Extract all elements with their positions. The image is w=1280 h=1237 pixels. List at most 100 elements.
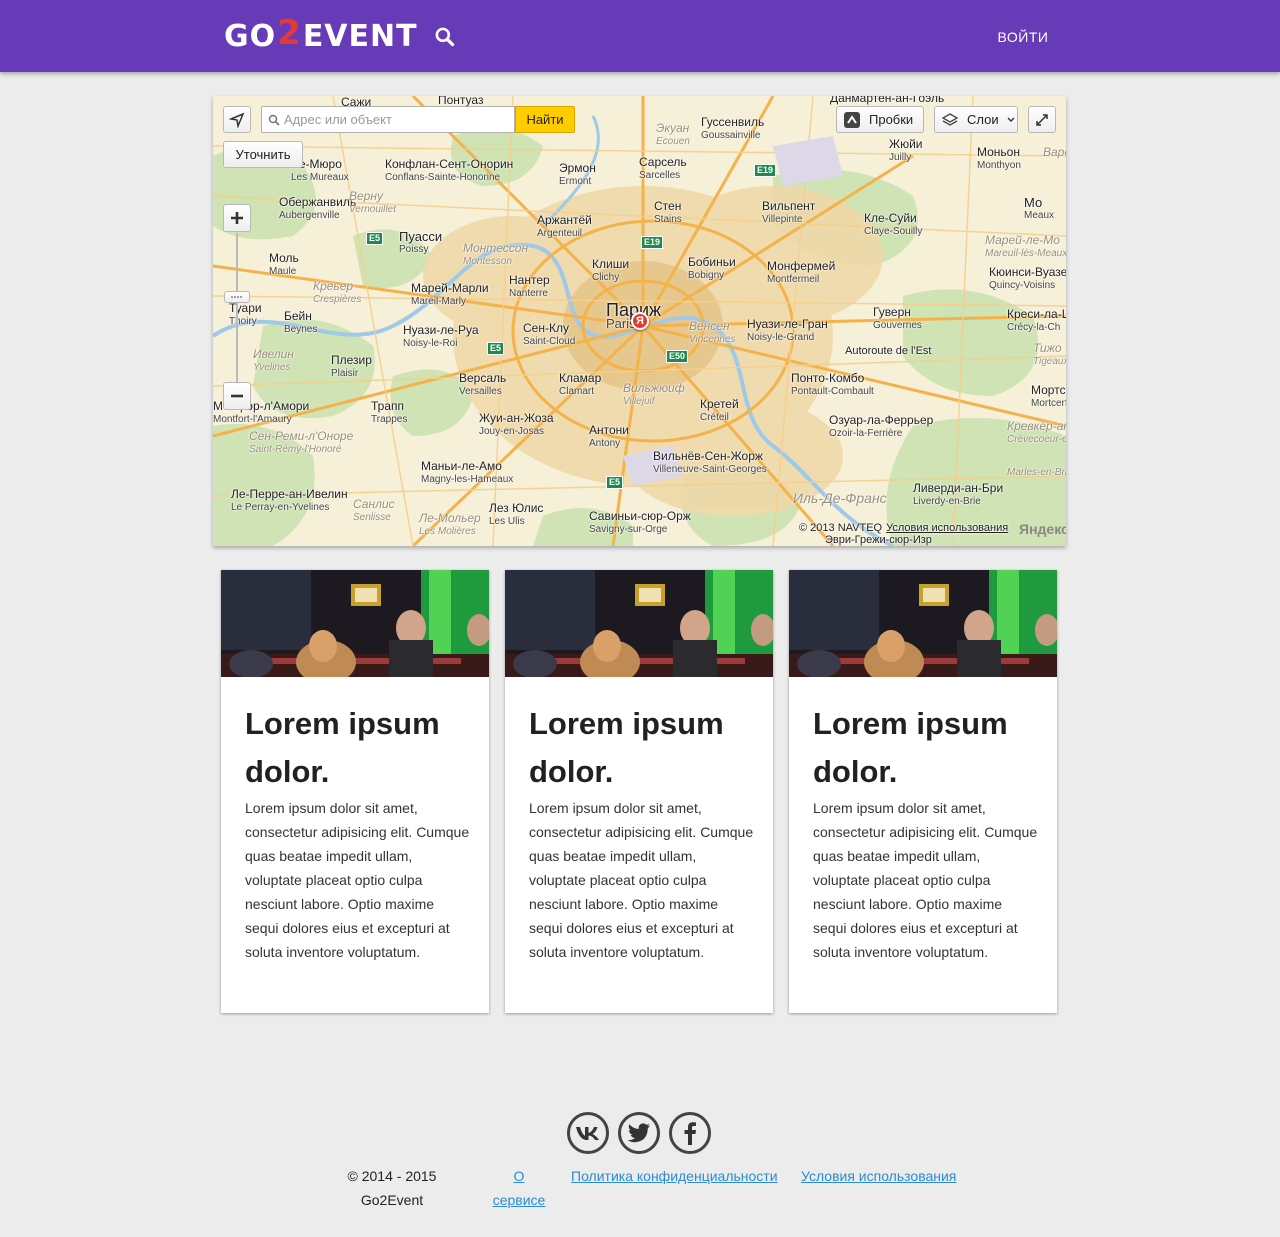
map-label: Венсен Vincennes bbox=[689, 319, 736, 346]
map-label: Autoroute de l'Est bbox=[845, 345, 932, 357]
plus-icon bbox=[231, 212, 243, 224]
facebook-icon[interactable] bbox=[669, 1112, 711, 1154]
twitter-icon[interactable] bbox=[618, 1112, 660, 1154]
card-text: Lorem ipsum dolor sit amet, consectetur … bbox=[813, 800, 1038, 960]
map-label: Ле-Перре-ан-Ивелин Le Perray-en-Yvelines bbox=[231, 487, 348, 514]
yandex-logo[interactable]: Яндекс bbox=[1019, 521, 1066, 537]
traffic-button[interactable]: Пробки bbox=[836, 106, 924, 133]
map-search-field[interactable] bbox=[261, 106, 515, 133]
traffic-label: Пробки bbox=[869, 112, 914, 127]
map-copyright: © 2013 NAVTEQ Условия использования bbox=[799, 522, 1008, 534]
login-button[interactable]: ВОЙТИ bbox=[990, 26, 1056, 48]
map-label: Сен-Клу Saint-Cloud bbox=[523, 321, 576, 348]
zoom-out-button[interactable] bbox=[223, 382, 251, 410]
map-label: Ле-Мольер Les Molières bbox=[419, 511, 481, 538]
map-label: Вильнёв-Сен-Жорж Villeneuve-Saint-Georges bbox=[653, 449, 767, 476]
map-label: Моль Maule bbox=[269, 251, 299, 278]
map-label: Нантер Nanterre bbox=[509, 273, 550, 300]
footer-link-about[interactable]: О сервисе bbox=[490, 1164, 548, 1212]
map-label: Кле-Суйи Claye-Souilly bbox=[864, 211, 923, 238]
layers-button[interactable]: Слои bbox=[934, 106, 1018, 133]
yandex-map[interactable]: Сажи Понтуаз Данмартен-ан-Гоэль Гуссенви… bbox=[213, 96, 1066, 546]
map-label: Сарсель Sarcelles bbox=[639, 155, 687, 182]
map-label: Кретей Créteil bbox=[700, 397, 739, 424]
map-label: Монфермей Montfermeil bbox=[767, 259, 836, 286]
geolocation-button[interactable] bbox=[223, 106, 251, 133]
map-label: Мо Meaux bbox=[1024, 195, 1055, 221]
map-label: Туари Thoiry bbox=[229, 301, 262, 328]
go2event-logo[interactable]: GO 2 EVENT bbox=[224, 13, 418, 54]
map-label: Кревкёр-ан-БриCrèvecoeur-en-Brie bbox=[1007, 419, 1066, 446]
zoom-in-button[interactable] bbox=[223, 204, 251, 232]
highway-badge: E5 bbox=[366, 232, 384, 245]
footer-copyright: © 2014 - 2015 Go2Event bbox=[347, 1168, 437, 1208]
event-card[interactable]: Lorem ipsum dolor. Lorem ipsum dolor sit… bbox=[505, 570, 773, 1013]
map-label: Вареде bbox=[1043, 145, 1066, 159]
minus-icon bbox=[231, 394, 243, 398]
event-photo bbox=[505, 570, 773, 677]
location-marker[interactable]: Я bbox=[631, 312, 649, 330]
map-label: Конфлан-Сент-Онорин Conflans-Sainte-Honor… bbox=[385, 157, 514, 184]
map-label: Маньи-ле-Амо Magny-les-Hameaux bbox=[421, 459, 514, 486]
card-text: Lorem ipsum dolor sit amet, consectetur … bbox=[245, 800, 470, 960]
expand-icon bbox=[1036, 113, 1048, 126]
map-label: Тижо Tigeaux bbox=[1033, 341, 1066, 368]
top-app-bar: GO 2 EVENT ВОЙТИ bbox=[0, 0, 1280, 72]
zoom-slider-handle[interactable] bbox=[224, 291, 250, 303]
map-label: Нуази-ле-Гран Noisy-le-Grand bbox=[747, 317, 828, 344]
footer-link-privacy[interactable]: Политика конфиденциальности bbox=[571, 1164, 778, 1188]
map-label: Бейн Beynes bbox=[284, 309, 318, 336]
event-photo bbox=[789, 570, 1057, 677]
map-label: Аржантёй Argenteuil bbox=[537, 213, 592, 240]
map-search-input[interactable] bbox=[284, 112, 514, 127]
map-label: Сен-Реми-л'Оноре Saint-Rémy-l'Honoré bbox=[249, 429, 354, 456]
grip-icon bbox=[231, 296, 242, 298]
map-label: Ливерди-ан-Бри Liverdy-en-Brie bbox=[913, 481, 1004, 508]
search-icon bbox=[268, 114, 280, 126]
card-title: Lorem ipsum dolor. bbox=[529, 706, 724, 789]
map-label: Гуверн Gouvernes bbox=[873, 305, 922, 332]
map-label: Бобиньи Bobigny bbox=[688, 255, 736, 282]
map-label: Савиньи-сюр-Орж Savigny-sur-Orge bbox=[589, 509, 691, 536]
map-label: Вильпент Villepinte bbox=[762, 199, 816, 226]
map-label: Санлис Senlisse bbox=[353, 497, 395, 524]
logo-suffix: EVENT bbox=[302, 18, 418, 54]
highway-badge: E50 bbox=[666, 350, 689, 363]
fullscreen-button[interactable] bbox=[1028, 106, 1056, 133]
map-label: Экуан Ecouen bbox=[656, 121, 690, 148]
map-terms-link[interactable]: Условия использования bbox=[886, 522, 1008, 534]
refine-button[interactable]: Уточнить bbox=[223, 141, 303, 168]
event-card[interactable]: Lorem ipsum dolor. Lorem ipsum dolor sit… bbox=[221, 570, 489, 1013]
map-label: Креьер Crespières bbox=[313, 279, 362, 306]
logo-prefix: GO bbox=[224, 18, 277, 54]
map-label: Жуи-ан-Жоза Jouy-en-Josas bbox=[479, 411, 554, 438]
map-label: Marles-en-Brie bbox=[1007, 467, 1066, 478]
layers-icon bbox=[941, 112, 959, 126]
card-title: Lorem ipsum dolor. bbox=[813, 706, 1008, 789]
map-label: Нуази-ле-Руа Noisy-le-Roi bbox=[403, 323, 479, 350]
traffic-icon bbox=[844, 111, 860, 128]
map-label: Креси-ла-ШаCrécy-la-Ch bbox=[1007, 307, 1066, 334]
event-card[interactable]: Lorem ipsum dolor. Lorem ipsum dolor sit… bbox=[789, 570, 1057, 1013]
find-button[interactable]: Найти bbox=[515, 106, 575, 133]
map-label: Жюйи Juilly bbox=[889, 137, 923, 164]
highway-badge: E19 bbox=[754, 164, 777, 177]
map-label: Моньон Monthyon bbox=[977, 145, 1021, 172]
map-label: Иль-Де-Франс bbox=[793, 490, 887, 506]
map-label: Эври-Грежи-сюр-Изр bbox=[825, 534, 932, 546]
map-label: Клиши Clichy bbox=[592, 257, 630, 284]
highway-badge: E19 bbox=[641, 236, 664, 249]
map-label: Трапп Trappes bbox=[371, 399, 408, 426]
zoom-slider-track[interactable] bbox=[236, 233, 238, 383]
footer-link-terms[interactable]: Условия использования bbox=[801, 1164, 956, 1188]
highway-badge: E5 bbox=[606, 476, 624, 489]
map-label: Антони Antony bbox=[589, 423, 629, 450]
copyright-text: © 2013 NAVTEQ bbox=[799, 522, 883, 534]
map-label: Данмартен-ан-Гоэль bbox=[830, 96, 945, 105]
search-icon[interactable] bbox=[432, 24, 458, 50]
map-label: Марей-Марли Mareil-Marly bbox=[411, 281, 489, 308]
map-label: Вильжюиф Villejuif bbox=[623, 381, 685, 408]
layers-label: Слои bbox=[967, 112, 999, 127]
map-label: Кюинси-Вуазен Quincy-Voisins bbox=[989, 265, 1066, 292]
vk-icon[interactable] bbox=[567, 1112, 609, 1154]
